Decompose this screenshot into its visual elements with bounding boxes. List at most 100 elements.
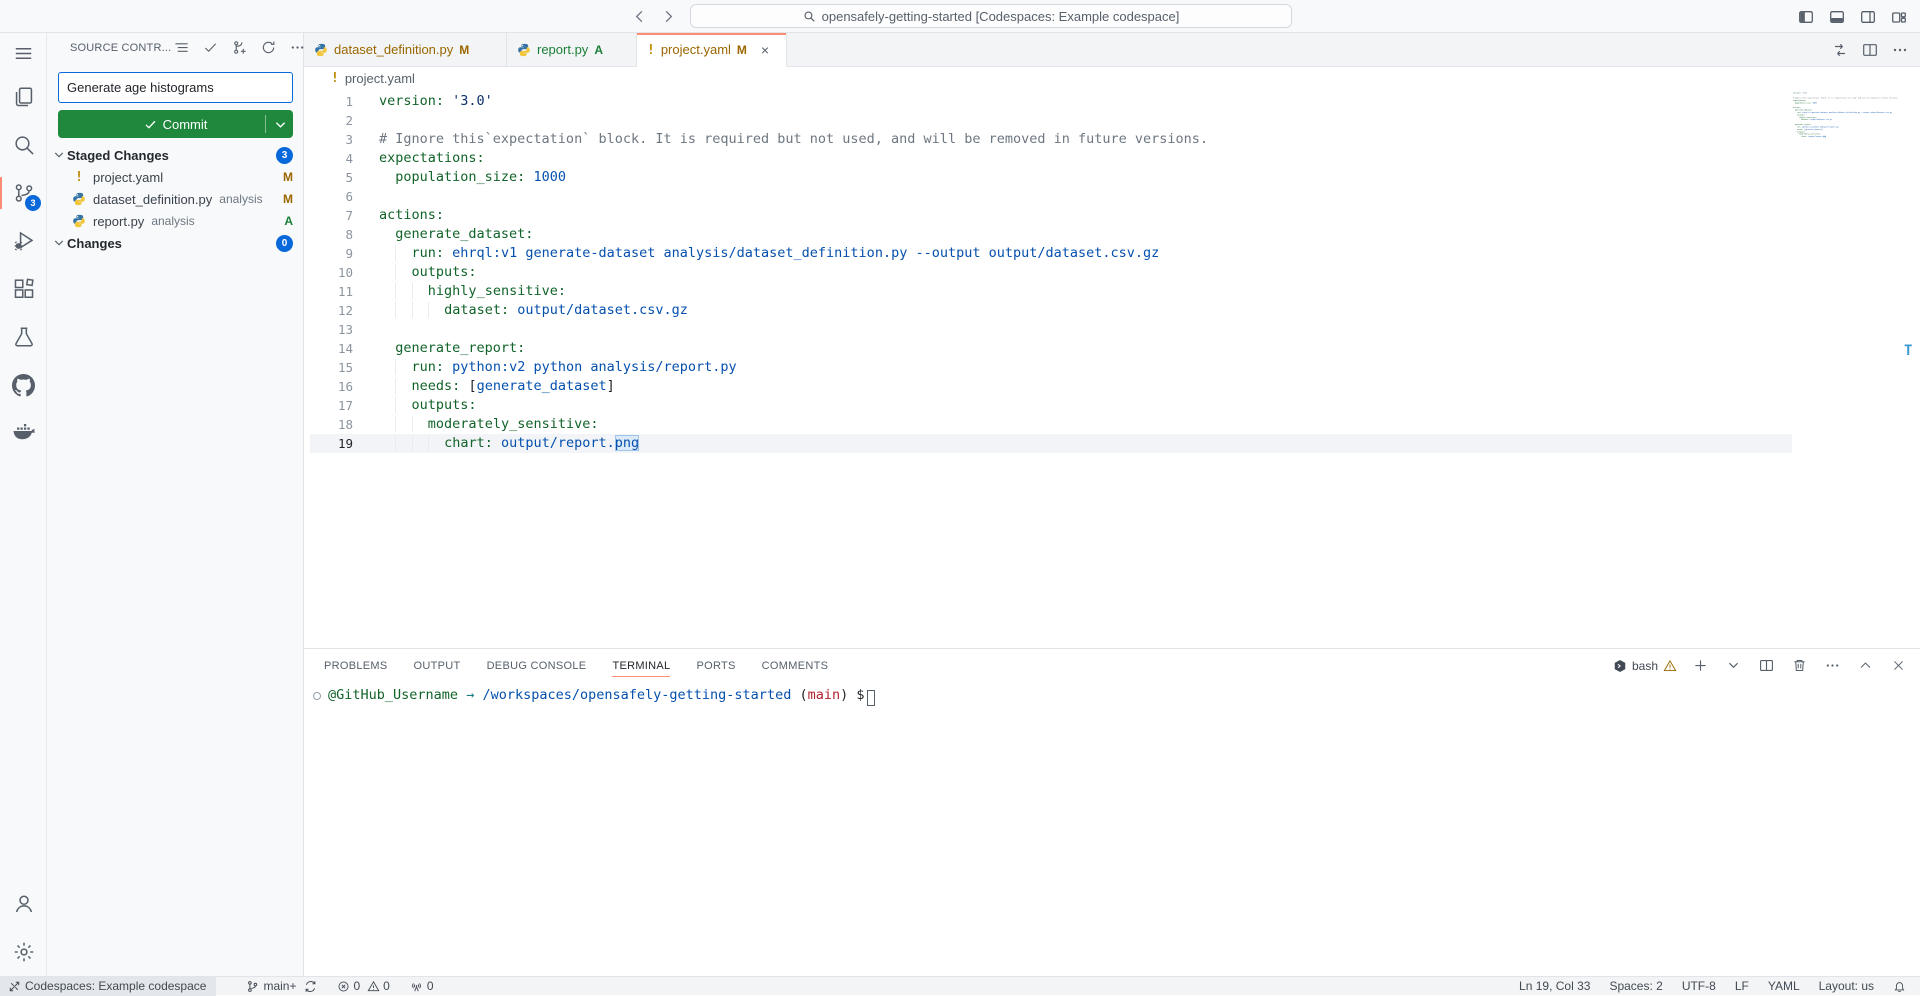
toggle-sidebar-icon[interactable] xyxy=(1795,6,1817,28)
notifications-bell-icon[interactable] xyxy=(1891,977,1908,996)
maximize-panel-icon[interactable] xyxy=(1855,656,1875,676)
docker-icon[interactable] xyxy=(0,409,47,457)
code-text: # Ignore this`expectation` block. It is … xyxy=(379,130,1208,149)
python-file-icon xyxy=(71,214,87,228)
code-line-5[interactable]: 5 population_size: 1000 xyxy=(310,168,1792,187)
split-editor-icon[interactable] xyxy=(1862,42,1878,58)
code-line-18[interactable]: 18 moderately_sensitive: xyxy=(310,415,1792,434)
code-line-17[interactable]: 17 outputs: xyxy=(310,396,1792,415)
account-icon[interactable] xyxy=(0,880,47,928)
testing-beaker-icon[interactable] xyxy=(0,313,47,361)
chevron-down-icon xyxy=(51,150,67,160)
encoding[interactable]: UTF-8 xyxy=(1680,977,1718,996)
nav-back-icon[interactable] xyxy=(632,9,647,24)
code-line-6[interactable]: 6 xyxy=(310,187,1792,206)
tab-dataset_definition.py[interactable]: dataset_definition.pyM xyxy=(304,33,507,67)
scm-file-folder: analysis xyxy=(151,214,194,228)
editor-more-actions-icon[interactable] xyxy=(1892,42,1908,58)
remote-indicator[interactable]: Codespaces: Example codespace xyxy=(0,977,216,996)
line-number: 1 xyxy=(310,92,353,111)
github-icon[interactable] xyxy=(0,361,47,409)
kill-terminal-icon[interactable] xyxy=(1789,656,1809,676)
new-terminal-icon[interactable] xyxy=(1690,656,1710,676)
menu-icon[interactable] xyxy=(0,33,47,73)
extensions-icon[interactable] xyxy=(0,265,47,313)
cursor-position[interactable]: Ln 19, Col 33 xyxy=(1517,977,1592,996)
close-icon[interactable]: × xyxy=(757,42,773,58)
code-line-4[interactable]: 4expectations: xyxy=(310,149,1792,168)
scm-file-folder: analysis xyxy=(219,192,262,206)
code-line-15[interactable]: 15 run: python:v2 python analysis/report… xyxy=(310,358,1792,377)
scm-section-staged-changes[interactable]: Staged Changes3 xyxy=(47,144,303,166)
command-center-search[interactable]: opensafely-getting-started [Codespaces: … xyxy=(690,4,1292,28)
code-line-3[interactable]: 3# Ignore this`expectation` block. It is… xyxy=(310,130,1792,149)
code-line-1[interactable]: 1version: '3.0' xyxy=(310,92,1792,111)
indentation[interactable]: Spaces: 2 xyxy=(1607,977,1664,996)
tab-label: project.yaml xyxy=(661,42,731,57)
line-number: 18 xyxy=(310,415,353,434)
code-line-2[interactable]: 2 xyxy=(310,111,1792,130)
close-panel-icon[interactable] xyxy=(1888,656,1908,676)
view-and-sort-icon[interactable] xyxy=(171,38,191,58)
commit-check-icon[interactable] xyxy=(200,38,220,58)
scm-section-changes[interactable]: Changes0 xyxy=(47,232,303,254)
create-branch-icon[interactable] xyxy=(229,38,249,58)
toggle-secondary-sidebar-icon[interactable] xyxy=(1857,6,1879,28)
minimap[interactable]: version: '3.0'# Ignore this`expectation`… xyxy=(1793,92,1903,646)
panel-tab-ports[interactable]: PORTS xyxy=(696,649,735,682)
code-text: chart: output/report.png xyxy=(379,434,639,453)
explorer-icon[interactable] xyxy=(0,73,47,121)
language-mode[interactable]: YAML xyxy=(1766,977,1802,996)
toggle-panel-icon[interactable] xyxy=(1826,6,1848,28)
tab-project.yaml[interactable]: !project.yamlM× xyxy=(637,33,787,67)
refresh-icon[interactable] xyxy=(258,38,278,58)
problems-indicator[interactable]: 0 0 xyxy=(335,977,391,996)
panel-more-actions-icon[interactable] xyxy=(1822,656,1842,676)
nav-forward-icon[interactable] xyxy=(661,9,676,24)
source-control-icon[interactable]: 3 xyxy=(0,169,47,217)
panel-tab-debug-console[interactable]: DEBUG CONSOLE xyxy=(487,649,587,682)
panel-tab-comments[interactable]: COMMENTS xyxy=(762,649,829,682)
terminal-content[interactable]: @GitHub_Username → /workspaces/opensafel… xyxy=(304,682,1920,976)
code-line-7[interactable]: 7actions: xyxy=(310,206,1792,225)
code-line-9[interactable]: 9 run: ehrql:v1 generate-dataset analysi… xyxy=(310,244,1792,263)
ports-count: 0 xyxy=(427,979,434,993)
code-line-13[interactable]: 13 xyxy=(310,320,1792,339)
commit-button[interactable]: Commit xyxy=(58,110,293,138)
eol-sequence[interactable]: LF xyxy=(1733,977,1751,996)
run-debug-icon[interactable] xyxy=(0,217,47,265)
code-line-14[interactable]: 14 generate_report: xyxy=(310,339,1792,358)
scm-file-report.py[interactable]: report.pyanalysisA xyxy=(47,210,303,232)
scm-file-dataset_definition.py[interactable]: dataset_definition.pyanalysisM xyxy=(47,188,303,210)
ports-indicator[interactable]: 0 xyxy=(408,977,436,996)
panel-tab-output[interactable]: OUTPUT xyxy=(414,649,461,682)
terminal-shell-item[interactable]: bash xyxy=(1613,659,1677,673)
code-line-8[interactable]: 8 generate_dataset: xyxy=(310,225,1792,244)
code-editor[interactable]: 1version: '3.0'23# Ignore this`expectati… xyxy=(304,90,1920,648)
search-view-icon[interactable] xyxy=(0,121,47,169)
code-text: generate_report: xyxy=(379,339,525,358)
scm-file-project.yaml[interactable]: !project.yamlM xyxy=(47,166,303,188)
code-line-11[interactable]: 11 highly_sensitive: xyxy=(310,282,1792,301)
breadcrumb[interactable]: ! project.yaml xyxy=(304,67,1920,90)
terminal-branch: main xyxy=(808,686,841,705)
code-line-19[interactable]: 19 chart: output/report.png xyxy=(310,434,1792,453)
keyboard-layout[interactable]: Layout: us xyxy=(1817,977,1876,996)
code-lines: 1version: '3.0'23# Ignore this`expectati… xyxy=(310,92,1792,453)
split-terminal-icon[interactable] xyxy=(1756,656,1776,676)
panel-tab-problems[interactable]: PROBLEMS xyxy=(324,649,388,682)
settings-gear-icon[interactable] xyxy=(0,928,47,976)
commit-dropdown-icon[interactable] xyxy=(275,121,286,129)
scm-file-name: project.yaml xyxy=(93,170,163,185)
code-line-16[interactable]: 16 needs: [generate_dataset] xyxy=(310,377,1792,396)
open-changes-icon[interactable] xyxy=(1832,42,1848,58)
terminal-dropdown-icon[interactable] xyxy=(1723,656,1743,676)
code-line-12[interactable]: 12 dataset: output/dataset.csv.gz xyxy=(310,301,1792,320)
tab-report.py[interactable]: report.pyA xyxy=(507,33,637,67)
code-line-10[interactable]: 10 outputs: xyxy=(310,263,1792,282)
customize-layout-icon[interactable] xyxy=(1888,6,1910,28)
branch-indicator[interactable]: main+ xyxy=(244,977,319,996)
commit-message-input[interactable] xyxy=(58,72,293,103)
scm-file-name: dataset_definition.py xyxy=(93,192,212,207)
panel-tab-terminal[interactable]: TERMINAL xyxy=(612,649,670,682)
